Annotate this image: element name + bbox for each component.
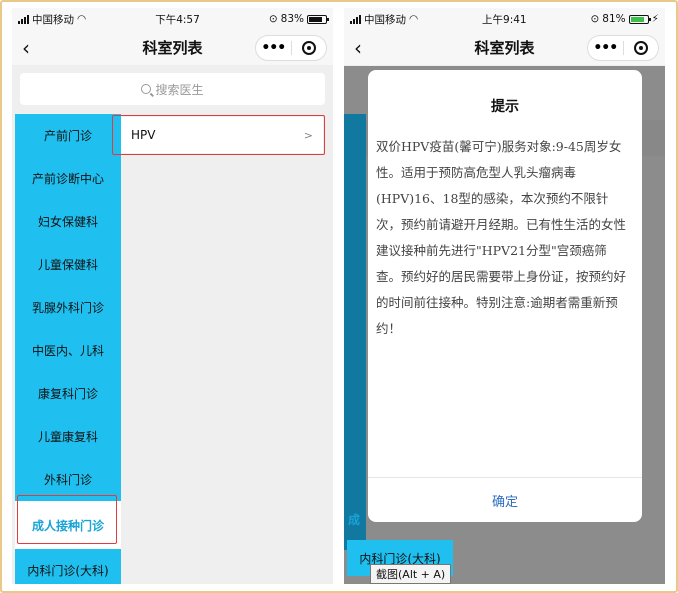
- sidebar-item[interactable]: 妇女保健科: [15, 200, 121, 243]
- notice-dialog: 提示 双价HPV疫苗(馨可宁)服务对象:9-45周岁女性。适用于预防高危型人乳头…: [368, 70, 642, 522]
- status-bar: 中国移动 ◠ 下午4:57 ⊙ 83%: [12, 8, 333, 30]
- screenshot-tooltip: 截图(Alt + A): [370, 564, 452, 584]
- sidebar-item[interactable]: 产前门诊: [15, 114, 121, 157]
- back-icon[interactable]: ‹: [354, 36, 362, 60]
- department-panel: 产前门诊 产前诊断中心 妇女保健科 儿童保健科 乳腺外科门诊 中医内、儿科 康复…: [12, 114, 333, 584]
- search-icon: [141, 84, 152, 94]
- right-phone-screen: 中国移动 ◠ 上午9:41 ⊙ 81% ⚡ ‹ 科室列表 ••• 成 内科门诊(…: [344, 8, 665, 584]
- carrier-label: 中国移动: [32, 13, 74, 26]
- signal-icon: [18, 14, 29, 24]
- close-miniapp-icon[interactable]: [291, 41, 326, 55]
- charging-icon: ⚡: [651, 13, 659, 25]
- battery-percent: 83%: [280, 13, 304, 25]
- carrier-label: 中国移动: [364, 13, 406, 26]
- sidebar-item[interactable]: 乳腺外科门诊: [15, 286, 121, 329]
- sidebar-item[interactable]: 中医内、儿科: [15, 329, 121, 372]
- search-bar: 搜索医生: [12, 66, 333, 114]
- left-phone-screen: 中国移动 ◠ 下午4:57 ⊙ 83% ‹ 科室列表 ••• 搜索医生 产前门诊…: [12, 8, 333, 584]
- page-title: 科室列表: [142, 39, 203, 57]
- page-title: 科室列表: [474, 39, 535, 57]
- confirm-button[interactable]: 确定: [368, 478, 642, 522]
- miniapp-capsule: •••: [255, 35, 327, 61]
- more-icon[interactable]: •••: [256, 40, 291, 56]
- wifi-icon: ◠: [409, 13, 419, 25]
- more-icon[interactable]: •••: [588, 40, 623, 56]
- highlight-box-active-department: [17, 495, 117, 544]
- nav-bar: ‹ 科室列表 •••: [344, 30, 665, 66]
- status-bar: 中国移动 ◠ 上午9:41 ⊙ 81% ⚡: [344, 8, 665, 30]
- status-time: 上午9:41: [482, 13, 527, 26]
- sidebar-item[interactable]: 康复科门诊: [15, 372, 121, 415]
- nav-bar: ‹ 科室列表 •••: [12, 30, 333, 66]
- wifi-icon: ◠: [77, 13, 87, 25]
- dialog-message: 双价HPV疫苗(馨可宁)服务对象:9-45周岁女性。适用于预防高危型人乳头瘤病毒…: [376, 139, 627, 336]
- battery-percent: 81%: [602, 13, 626, 25]
- dimmed-sidebar-label: 成: [348, 512, 361, 527]
- close-miniapp-icon[interactable]: [623, 41, 658, 55]
- orientation-lock-icon: ⊙: [590, 13, 600, 25]
- dialog-title: 提示: [491, 99, 519, 115]
- orientation-lock-icon: ⊙: [268, 13, 278, 25]
- battery-icon: [628, 14, 651, 24]
- search-placeholder: 搜索医生: [155, 82, 204, 97]
- dimmed-sidebar: [344, 114, 366, 550]
- sidebar-item[interactable]: 儿童康复科: [15, 415, 121, 458]
- search-input[interactable]: 搜索医生: [20, 73, 325, 105]
- sidebar-item[interactable]: 儿童保健科: [15, 243, 121, 286]
- sidebar-item[interactable]: 产前诊断中心: [15, 157, 121, 200]
- sidebar-item[interactable]: 内科门诊(大科): [15, 549, 121, 584]
- miniapp-capsule: •••: [587, 35, 659, 61]
- highlight-box-hpv: [112, 115, 325, 155]
- status-time: 下午4:57: [155, 13, 200, 26]
- battery-icon: [306, 14, 329, 24]
- signal-icon: [350, 14, 361, 24]
- back-icon[interactable]: ‹: [22, 36, 30, 60]
